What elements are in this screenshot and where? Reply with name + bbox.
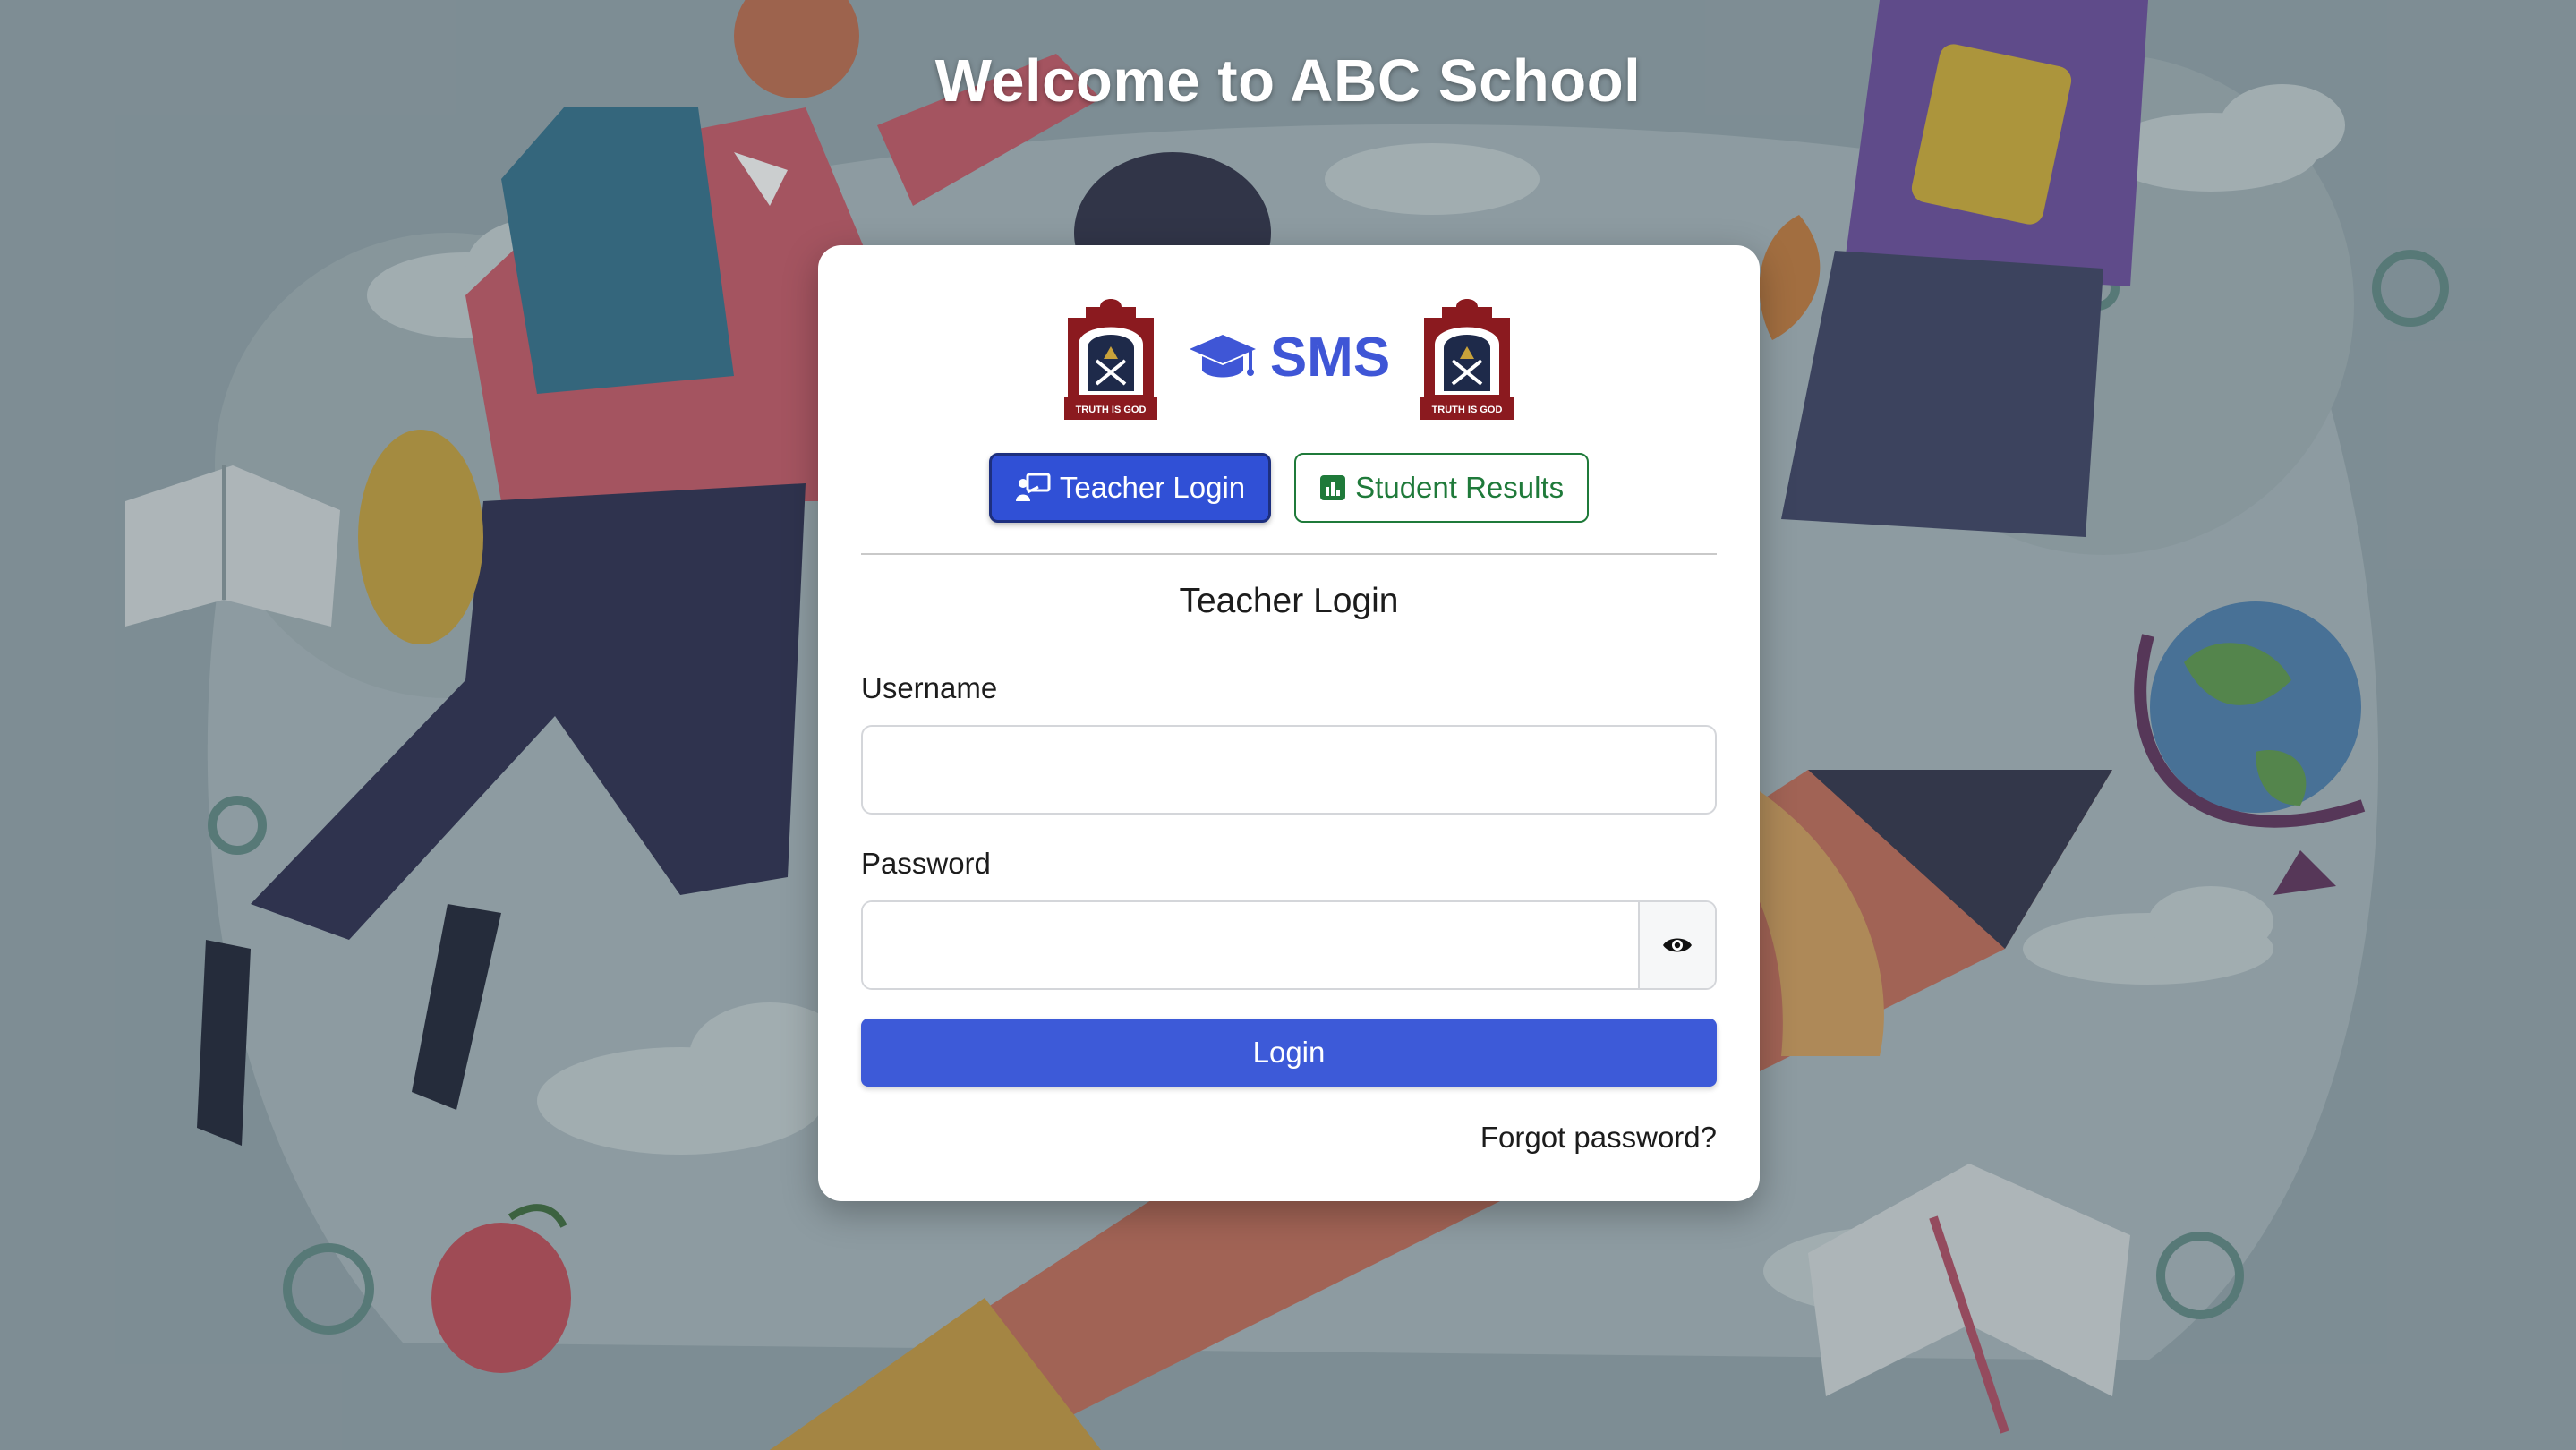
graduation-cap-icon	[1189, 335, 1256, 378]
tab-student-results-label: Student Results	[1355, 471, 1565, 504]
password-input[interactable]	[863, 902, 1638, 988]
svg-text:TRUTH IS GOD: TRUTH IS GOD	[1075, 405, 1146, 415]
tab-student-results[interactable]: Student Results	[1294, 453, 1590, 523]
bar-chart-icon	[1320, 475, 1346, 500]
brand-logo: SMS	[1188, 326, 1390, 389]
password-label: Password	[861, 847, 991, 880]
forgot-password-link[interactable]: Forgot password?	[1480, 1121, 1717, 1155]
chalkboard-teacher-icon	[1015, 473, 1051, 501]
username-input[interactable]	[861, 725, 1717, 815]
svg-text:TRUTH IS GOD: TRUTH IS GOD	[1432, 405, 1503, 415]
login-mode-tabs: Teacher Login Student Results	[818, 453, 1760, 523]
school-crest-logo-right: TRUTH IS GOD	[1420, 299, 1514, 420]
school-crest-logo-left: TRUTH IS GOD	[1063, 299, 1157, 420]
brand-header: TRUTH IS GOD SMS TRUTH IS GOD	[818, 290, 1760, 424]
page-title: Welcome to ABC School	[934, 47, 1642, 115]
username-label: Username	[861, 671, 998, 704]
login-button[interactable]: Login	[861, 1019, 1717, 1087]
login-card: TRUTH IS GOD SMS TRUTH IS GOD Teacher Lo…	[818, 245, 1760, 1201]
tab-teacher-login-label: Teacher Login	[1059, 471, 1246, 504]
form-title: Teacher Login	[1179, 582, 1399, 620]
password-field-group	[861, 900, 1717, 990]
show-password-button[interactable]	[1638, 902, 1715, 988]
tab-teacher-login[interactable]: Teacher Login	[988, 453, 1272, 523]
eye-icon	[1663, 938, 1692, 952]
divider	[861, 553, 1717, 555]
brand-name: SMS	[1269, 326, 1391, 388]
